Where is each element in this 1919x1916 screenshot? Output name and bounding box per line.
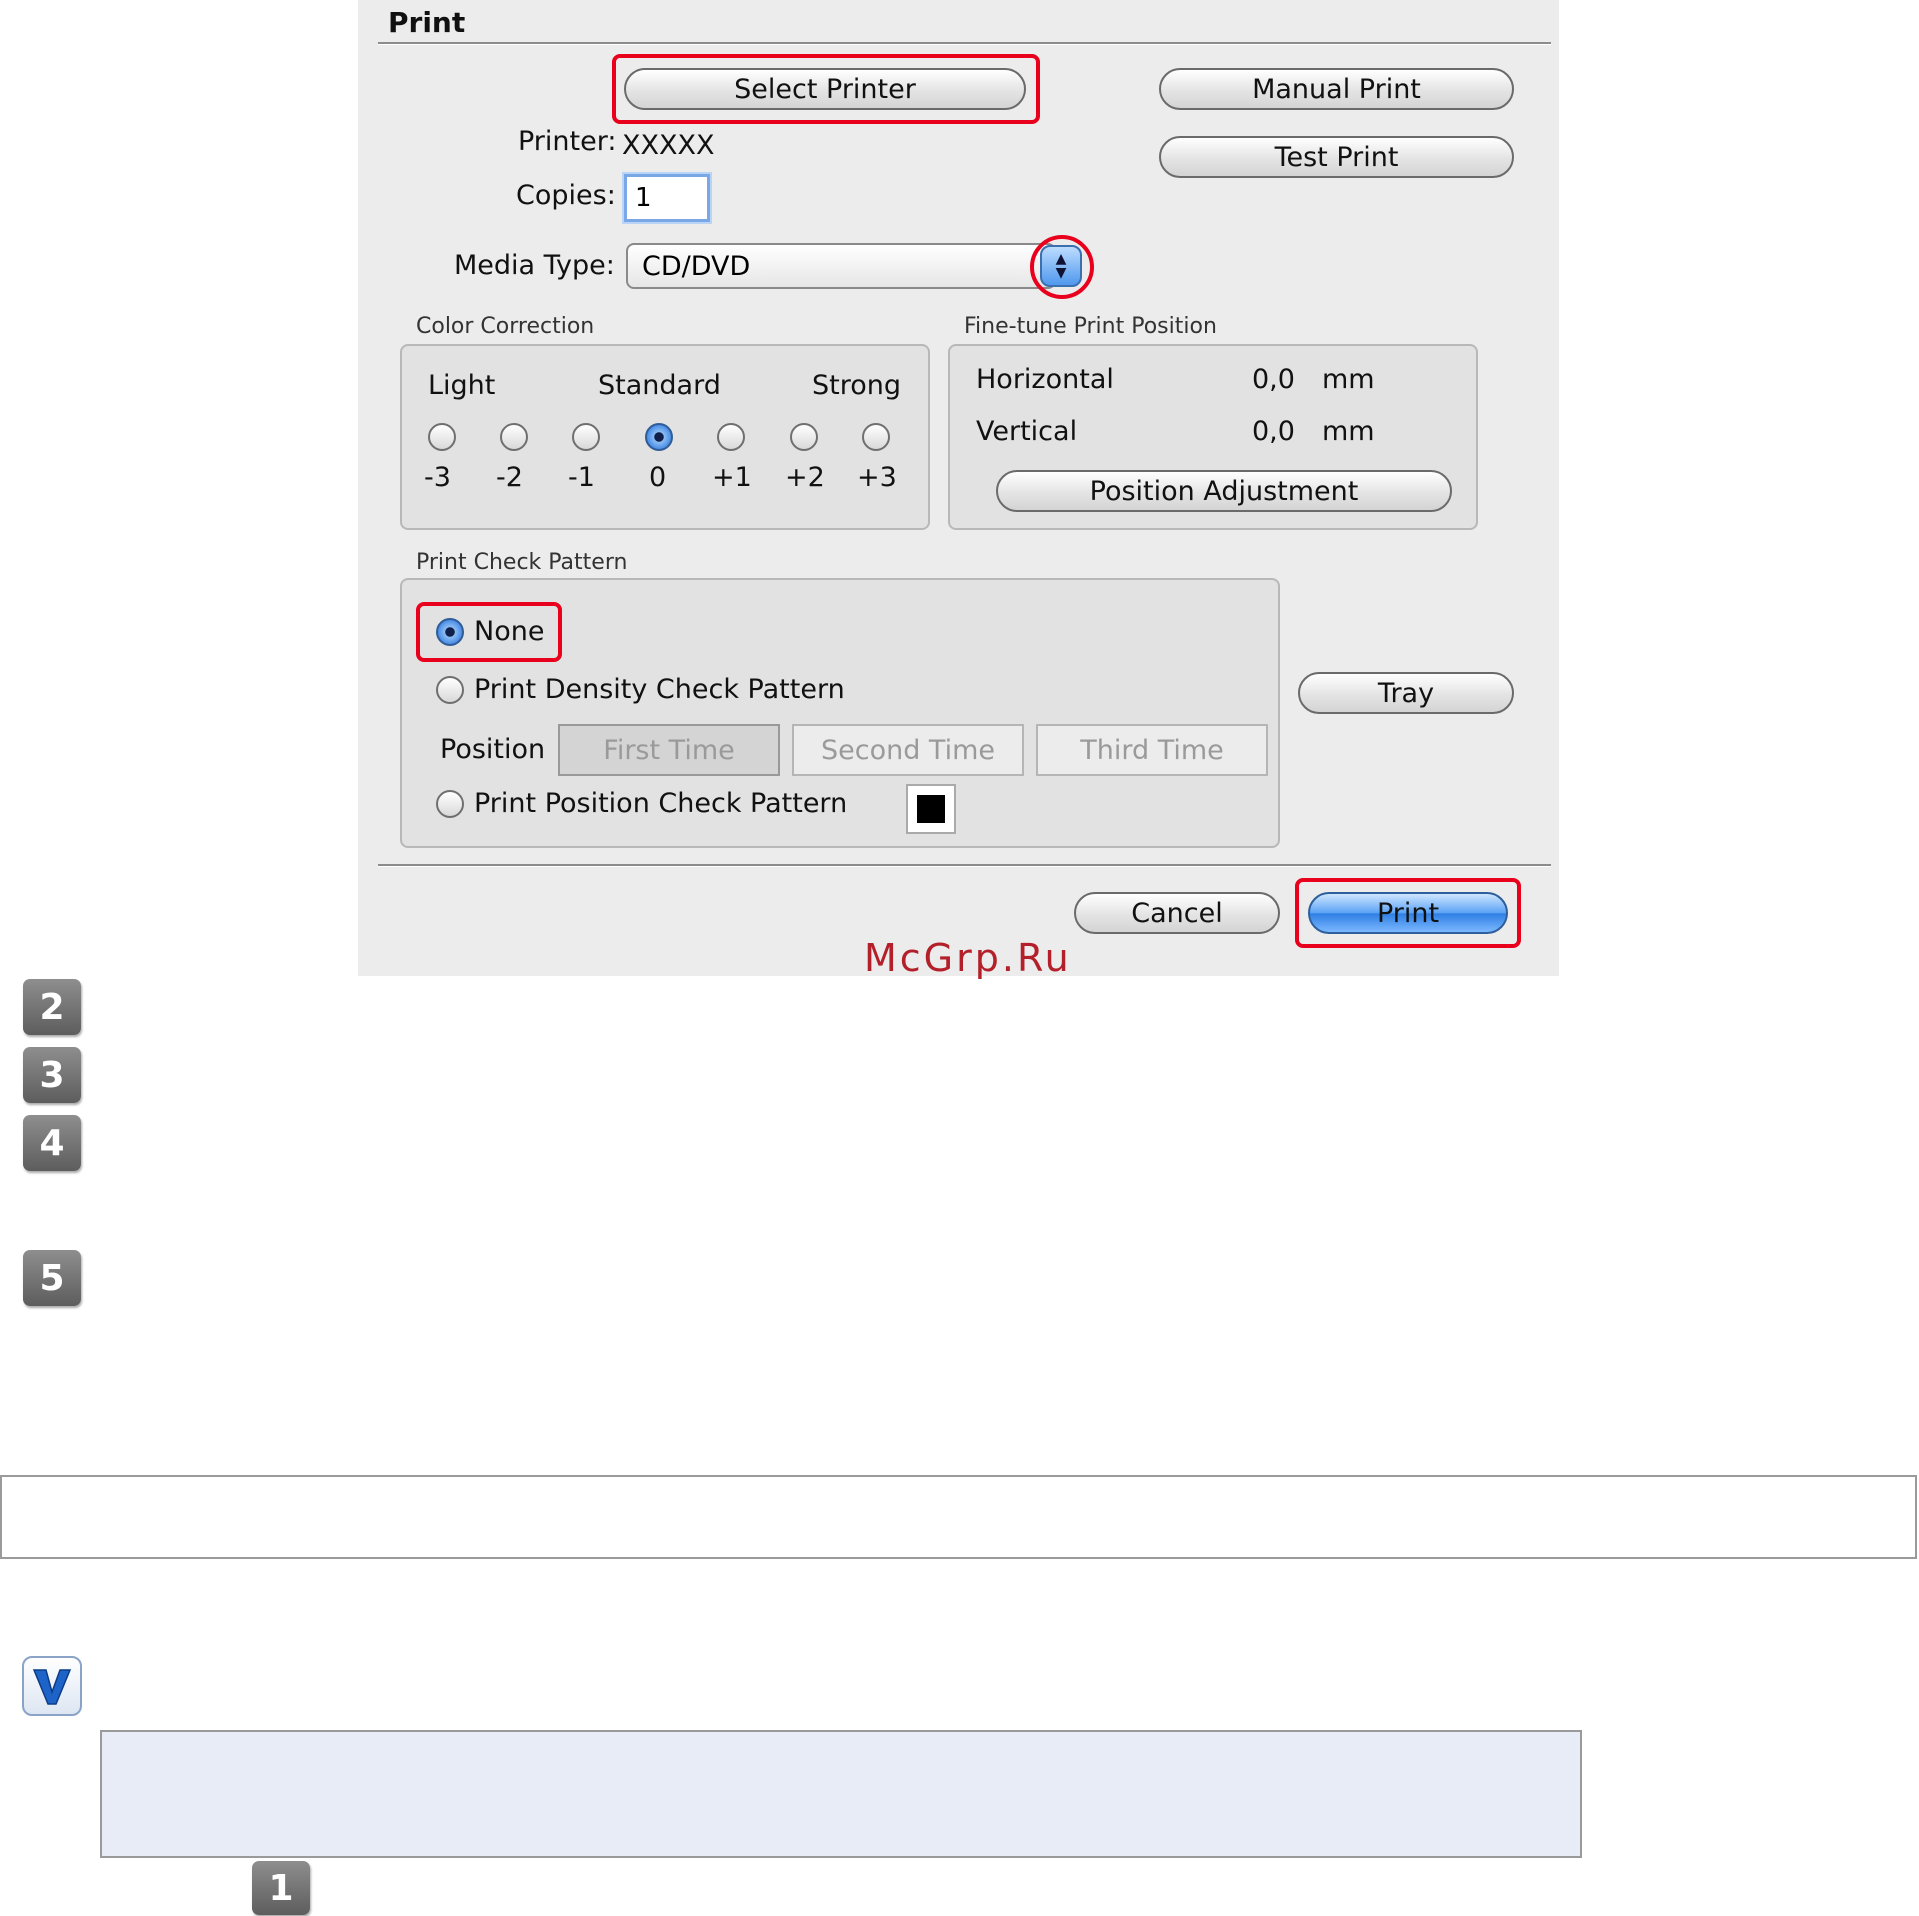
vertical-unit: mm — [1322, 416, 1375, 447]
cc-value: +1 — [712, 462, 752, 493]
step-badge-2: 2 — [23, 979, 81, 1035]
copies-input[interactable]: 1 — [624, 174, 710, 222]
position-pattern-label: Print Position Check Pattern — [474, 788, 848, 819]
print-dialog: Print Select Printer Manual Print Test P… — [358, 0, 1559, 976]
cc-light-label: Light — [428, 370, 496, 401]
cc-strong-label: Strong — [812, 370, 902, 401]
dialog-title: Print — [388, 6, 466, 39]
bottom-separator — [378, 864, 1551, 867]
color-correction-title: Color Correction — [416, 314, 595, 339]
copies-label: Copies: — [516, 180, 616, 211]
cc-radio-plus2[interactable] — [790, 423, 818, 451]
fine-tune-title: Fine-tune Print Position — [964, 314, 1217, 339]
color-correction-group: Light Standard Strong -3 -2 -1 0 +1 +2 +… — [400, 344, 930, 530]
none-label: None — [474, 616, 545, 647]
cc-radio-minus3[interactable] — [428, 423, 456, 451]
cc-value: -3 — [424, 462, 451, 493]
horizontal-value[interactable]: 0,0 — [1252, 364, 1295, 395]
check-pattern-title: Print Check Pattern — [416, 550, 628, 575]
position-label: Position — [440, 734, 546, 765]
media-type-label: Media Type: — [454, 250, 615, 281]
vertical-value[interactable]: 0,0 — [1252, 416, 1295, 447]
cc-radio-plus1[interactable] — [717, 423, 745, 451]
select-printer-button[interactable]: Select Printer — [624, 68, 1026, 110]
cc-standard-label: Standard — [598, 370, 721, 401]
density-label: Print Density Check Pattern — [474, 674, 845, 705]
position-pattern-radio[interactable] — [436, 790, 464, 818]
position-adjustment-button[interactable]: Position Adjustment — [996, 470, 1452, 512]
horizontal-label: Horizontal — [976, 364, 1114, 395]
printer-value: XXXXX — [622, 130, 715, 161]
step-badge-4: 4 — [23, 1115, 81, 1171]
cc-value: +3 — [857, 462, 897, 493]
empty-outline-box — [0, 1475, 1917, 1559]
step-badge-3: 3 — [23, 1047, 81, 1103]
density-radio[interactable] — [436, 676, 464, 704]
fine-tune-group: Horizontal 0,0 mm Vertical 0,0 mm Positi… — [948, 344, 1478, 530]
printer-label: Printer: — [518, 126, 617, 157]
highlight-media-stepper — [1030, 235, 1094, 299]
cc-value: +2 — [785, 462, 825, 493]
cancel-button[interactable]: Cancel — [1074, 892, 1280, 934]
manual-print-button[interactable]: Manual Print — [1159, 68, 1514, 110]
print-button[interactable]: Print — [1308, 892, 1508, 934]
position-first-time[interactable]: First Time — [558, 724, 780, 776]
cc-radio-minus1[interactable] — [572, 423, 600, 451]
cc-radio-minus2[interactable] — [500, 423, 528, 451]
color-swatch[interactable] — [906, 784, 956, 834]
cc-value: -2 — [496, 462, 523, 493]
black-square-icon — [917, 795, 945, 823]
media-type-select[interactable]: CD/DVD — [626, 243, 1056, 289]
step-badge-5: 5 — [23, 1250, 81, 1306]
cc-radio-plus3[interactable] — [862, 423, 890, 451]
check-pattern-group: None Print Density Check Pattern Positio… — [400, 578, 1280, 848]
title-separator — [378, 42, 1551, 45]
tray-button[interactable]: Tray — [1298, 672, 1514, 714]
step-badge-1: 1 — [252, 1861, 310, 1915]
note-check-icon — [22, 1656, 82, 1716]
cc-value: 0 — [649, 462, 667, 493]
position-third-time[interactable]: Third Time — [1036, 724, 1268, 776]
position-second-time[interactable]: Second Time — [792, 724, 1024, 776]
watermark: McGrp.Ru — [864, 936, 1072, 980]
note-box — [100, 1730, 1582, 1858]
cc-radio-0[interactable] — [645, 423, 673, 451]
test-print-button[interactable]: Test Print — [1159, 136, 1514, 178]
vertical-label: Vertical — [976, 416, 1078, 447]
cc-value: -1 — [568, 462, 595, 493]
horizontal-unit: mm — [1322, 364, 1375, 395]
none-radio[interactable] — [436, 618, 464, 646]
